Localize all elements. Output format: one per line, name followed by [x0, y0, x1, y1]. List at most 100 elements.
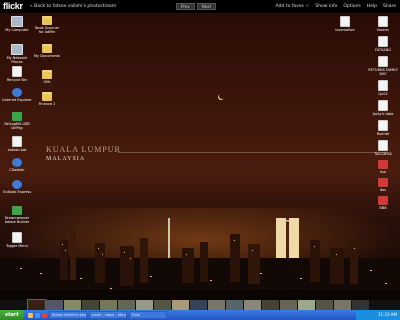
thumbnail[interactable] — [208, 300, 225, 310]
thumbnail[interactable] — [46, 300, 63, 310]
icon-label: tbsens — [377, 28, 389, 32]
ie-quicklaunch-icon[interactable] — [34, 312, 40, 318]
taskbar-button-folio[interactable]: Folio — [128, 311, 167, 319]
desktop-icon-usb[interactable]: RelLogMS-USB DnPag — [2, 112, 32, 130]
folder-icon — [42, 70, 52, 79]
thumbnail[interactable] — [244, 300, 261, 310]
file-icon — [12, 232, 22, 243]
add-to-faves-link[interactable]: Add to faves ☆ — [276, 4, 310, 9]
icon-label: Finance 2 — [38, 102, 56, 106]
desktop-icon-nook-scanner[interactable]: Nook Scanner for AdMin — [32, 16, 62, 34]
thumbnail[interactable] — [262, 300, 279, 310]
next-button[interactable]: Next — [196, 3, 217, 10]
icon-label: Offs — [43, 80, 51, 84]
icon-label: TAG-DESK — [374, 152, 392, 156]
desktop-icon-jacky[interactable]: Jacky's data — [368, 100, 398, 116]
desktop-icon-tag-desk[interactable]: TAG-DESK — [368, 140, 398, 156]
folder-quicklaunch-icon[interactable] — [27, 312, 33, 318]
desktop-icon-ruente[interactable]: Ruente — [368, 120, 398, 136]
file-icon — [378, 100, 388, 111]
file-icon — [378, 120, 388, 131]
taskbar-button-email[interactable]: email - Inbox - Microsoft... — [88, 311, 127, 319]
thumbnail[interactable] — [136, 300, 153, 310]
thumbnail[interactable] — [316, 300, 333, 310]
pdf-icon — [378, 196, 388, 205]
back-to-photostream-link[interactable]: « Back to fatsee sallehi's photostream — [30, 4, 116, 9]
desktop-icon-my-documents[interactable]: My Documents — [32, 44, 62, 58]
photo-filmstrip — [0, 299, 400, 311]
thumbnail[interactable] — [172, 300, 189, 310]
icon-label: Nook Scanner for AdMin — [34, 26, 60, 34]
desktop-icon-my-computer[interactable]: My Computer — [2, 16, 32, 32]
file-icon — [378, 56, 388, 67]
desktop-icon-autosh[interactable]: autosh.bat — [2, 136, 32, 152]
desktop-icon-recycle-bin[interactable]: Recycle Bin — [2, 66, 32, 82]
icon-label: BBB — [379, 206, 387, 210]
desktop-icon-cdsetter[interactable]: CDsetter — [2, 158, 32, 172]
thumbnail[interactable] — [280, 300, 297, 310]
flickr-logo[interactable]: flickr — [3, 1, 23, 11]
icon-label: Jacky's data — [372, 112, 394, 116]
desktop-icon-network[interactable]: My Network Places — [2, 44, 32, 64]
show-info-link[interactable]: Show info — [315, 4, 337, 9]
desktop-icon-bbb[interactable]: BBB — [368, 196, 398, 210]
share-link[interactable]: Share — [383, 4, 396, 9]
thumbnail[interactable] — [64, 300, 81, 310]
desktop-icon-qu02[interactable]: Qu02 — [368, 80, 398, 96]
icon-label: RETURNS FAMILY DAY — [368, 68, 398, 76]
desktop-icon-toggle[interactable]: Toggle Menu — [2, 232, 32, 248]
folder-icon — [42, 92, 52, 101]
thumbnail[interactable] — [226, 300, 243, 310]
icon-label: My Computer — [5, 28, 29, 32]
recycle-bin-icon — [12, 66, 22, 77]
icon-label: Dreamweaver Adobe Builder — [4, 216, 30, 224]
app-quicklaunch-icon[interactable] — [41, 312, 47, 318]
desktop-icon-dos[interactable]: dos — [368, 178, 398, 192]
options-link[interactable]: Options — [343, 4, 360, 9]
desktop-icon-fatsang[interactable]: FATSANG — [368, 36, 398, 52]
icon-label: FATSANG — [375, 48, 391, 52]
icon-label: Outlook Express — [2, 190, 32, 194]
desktop-icon-finance[interactable]: Finance 2 — [32, 92, 62, 106]
icon-label: esa — [379, 170, 387, 174]
crescent-moon — [219, 93, 225, 99]
start-button[interactable]: start — [0, 310, 24, 320]
thumbnail[interactable] — [352, 300, 369, 310]
city-skyline — [0, 218, 400, 313]
file-icon — [378, 80, 388, 91]
outlook-icon — [12, 180, 22, 189]
caption-rule — [118, 152, 388, 153]
desktop-icon-esa[interactable]: esa — [368, 160, 398, 174]
desktop-icon-tbsens[interactable]: tbsens — [368, 16, 398, 32]
prev-button[interactable]: Prev — [176, 3, 195, 10]
icon-label: Ruente — [376, 132, 390, 136]
flickr-toolbar: flickr « Back to fatsee sallehi's photos… — [0, 0, 400, 13]
desktop-icon-offs[interactable]: Offs — [32, 70, 62, 84]
desktop-icon-locomotive[interactable]: locomotive — [330, 16, 360, 32]
thumbnail[interactable] — [82, 300, 99, 310]
file-icon — [378, 16, 388, 27]
app-icon — [12, 206, 22, 215]
thumbnail[interactable] — [10, 300, 27, 310]
desktop-icon-outlook[interactable]: Outlook Express — [2, 180, 32, 194]
desktop-icon-dreamweaver[interactable]: Dreamweaver Adobe Builder — [2, 206, 32, 224]
icon-label: Toggle Menu — [6, 244, 28, 248]
thumbnail[interactable] — [154, 300, 171, 310]
thumbnail[interactable] — [298, 300, 315, 310]
desktop-icon-ie[interactable]: Internet Explorer — [2, 88, 32, 102]
clock[interactable]: 11:23 AM — [378, 312, 397, 317]
pager: Prev Next — [176, 3, 217, 10]
file-icon — [378, 36, 388, 47]
thumbnail[interactable] — [118, 300, 135, 310]
toolbar-links: Add to faves ☆ Show info Options Help Sh… — [276, 4, 396, 9]
help-link[interactable]: Help — [367, 4, 377, 9]
thumbnail[interactable] — [334, 300, 351, 310]
desktop-icon-family-day[interactable]: RETURNS FAMILY DAY — [368, 56, 398, 76]
windows-taskbar: start Fatsee Sallehi's photostr... email… — [0, 310, 400, 320]
thumbnail[interactable] — [100, 300, 117, 310]
icon-label: CDsetter — [9, 168, 25, 172]
thumbnail[interactable] — [190, 300, 207, 310]
taskbar-button-flickr[interactable]: Fatsee Sallehi's photostr... — [48, 311, 87, 319]
pdf-icon — [378, 160, 388, 169]
thumbnail-selected[interactable] — [27, 299, 46, 311]
